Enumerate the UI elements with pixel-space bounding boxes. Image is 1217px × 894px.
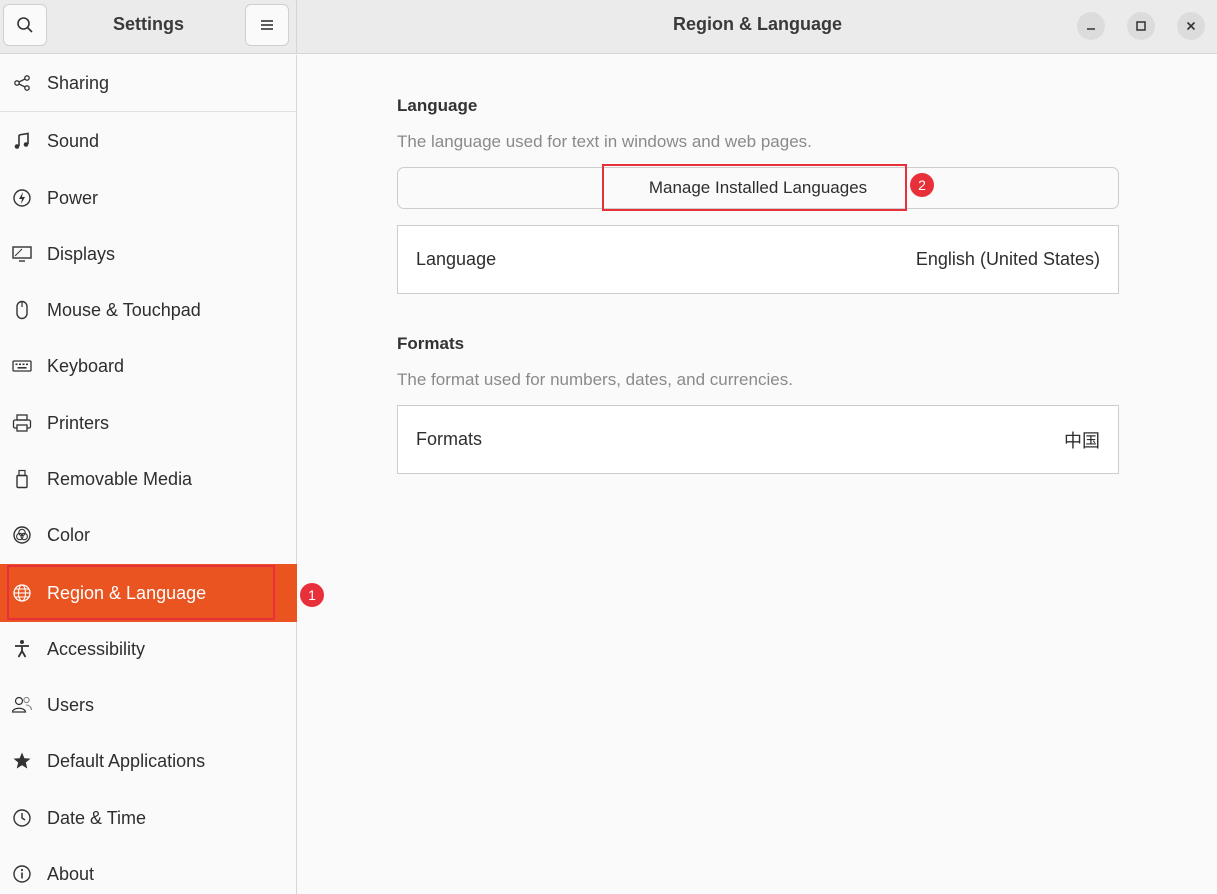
sidebar-item-label: Power: [47, 187, 99, 208]
language-section-title: Language: [397, 96, 478, 115]
sidebar-item-removable-media[interactable]: Removable Media: [0, 451, 297, 507]
usb-drive-icon: [11, 468, 33, 490]
sidebar-item-label: Sharing: [47, 72, 110, 93]
formats-row-label: Formats: [416, 429, 483, 449]
hamburger-menu-icon: [261, 20, 273, 30]
maximize-icon: [1136, 21, 1146, 31]
clock-icon: [11, 807, 33, 829]
sidebar-item-date-time[interactable]: Date & Time: [0, 790, 297, 846]
manage-button-label: Manage Installed Languages: [648, 178, 868, 197]
sidebar-item-label: Users: [47, 694, 95, 715]
formats-section-description: The format used for numbers, dates, and …: [397, 370, 793, 389]
maximize-button[interactable]: [1127, 12, 1155, 40]
globe-icon: [11, 582, 33, 604]
sidebar-header: Settings: [0, 0, 297, 54]
keyboard-icon: [11, 355, 33, 377]
sidebar-item-label: Date & Time: [47, 807, 147, 828]
printer-icon: [11, 412, 33, 434]
users-icon: [11, 694, 33, 716]
minimize-button[interactable]: [1077, 12, 1105, 40]
sidebar-item-displays[interactable]: Displays: [0, 226, 297, 282]
sidebar-item-default-applications[interactable]: Default Applications: [0, 733, 297, 789]
sidebar-item-keyboard[interactable]: Keyboard: [0, 338, 297, 394]
sidebar-item-label: Region & Language: [47, 582, 207, 603]
sidebar-item-users[interactable]: Users: [0, 677, 297, 733]
sidebar-item-label: Keyboard: [47, 355, 125, 376]
formats-row-value: 中国: [1064, 430, 1100, 451]
language-row[interactable]: Language English (United States): [397, 225, 1119, 294]
close-icon: [1186, 21, 1196, 31]
language-row-value: English (United States): [915, 249, 1100, 269]
share-icon: [11, 72, 33, 94]
sidebar-item-label: Removable Media: [47, 468, 193, 489]
formats-row[interactable]: Formats 中国: [397, 405, 1119, 474]
header-bar: Settings Region & Language: [0, 0, 1217, 54]
annotation-badge-2: 2: [910, 173, 934, 197]
annotation-badge-1: 1: [300, 583, 324, 607]
sidebar-item-label: About: [47, 863, 95, 884]
sidebar-item-sound[interactable]: Sound: [0, 113, 297, 169]
close-button[interactable]: [1177, 12, 1205, 40]
language-section-description: The language used for text in windows an…: [397, 132, 812, 151]
sidebar-item-mouse-touchpad[interactable]: Mouse & Touchpad: [0, 282, 297, 338]
manage-installed-languages-button[interactable]: Manage Installed Languages: [397, 167, 1119, 209]
divider: [0, 111, 297, 112]
sidebar-item-power[interactable]: Power: [0, 170, 297, 226]
sidebar-item-label: Default Applications: [47, 750, 206, 771]
power-icon: [11, 187, 33, 209]
color-icon: [11, 524, 33, 546]
sidebar-item-label: Accessibility: [47, 638, 146, 659]
menu-button[interactable]: [245, 4, 289, 46]
sidebar-item-label: Mouse & Touchpad: [47, 299, 201, 320]
sidebar-item-sharing[interactable]: Sharing: [0, 55, 297, 112]
sidebar: Sharing Sound Power Displays Mouse & Tou…: [0, 55, 297, 894]
minimize-icon: [1087, 28, 1095, 30]
display-icon: [11, 243, 33, 265]
sidebar-item-accessibility[interactable]: Accessibility: [0, 621, 297, 677]
sidebar-item-label: Color: [47, 524, 91, 545]
sidebar-item-about[interactable]: About: [0, 846, 297, 894]
info-icon: [11, 863, 33, 885]
sidebar-item-color[interactable]: Color: [0, 507, 297, 563]
sidebar-item-region-language[interactable]: Region & Language: [0, 564, 297, 622]
sidebar-item-label: Sound: [47, 130, 100, 151]
star-icon: [11, 750, 33, 772]
mouse-icon: [11, 299, 33, 321]
language-row-label: Language: [416, 249, 497, 269]
sidebar-item-label: Printers: [47, 412, 110, 433]
sidebar-item-label: Displays: [47, 243, 116, 264]
accessibility-icon: [11, 638, 33, 660]
music-note-icon: [11, 130, 33, 152]
formats-section-title: Formats: [397, 334, 465, 353]
sidebar-item-printers[interactable]: Printers: [0, 395, 297, 451]
